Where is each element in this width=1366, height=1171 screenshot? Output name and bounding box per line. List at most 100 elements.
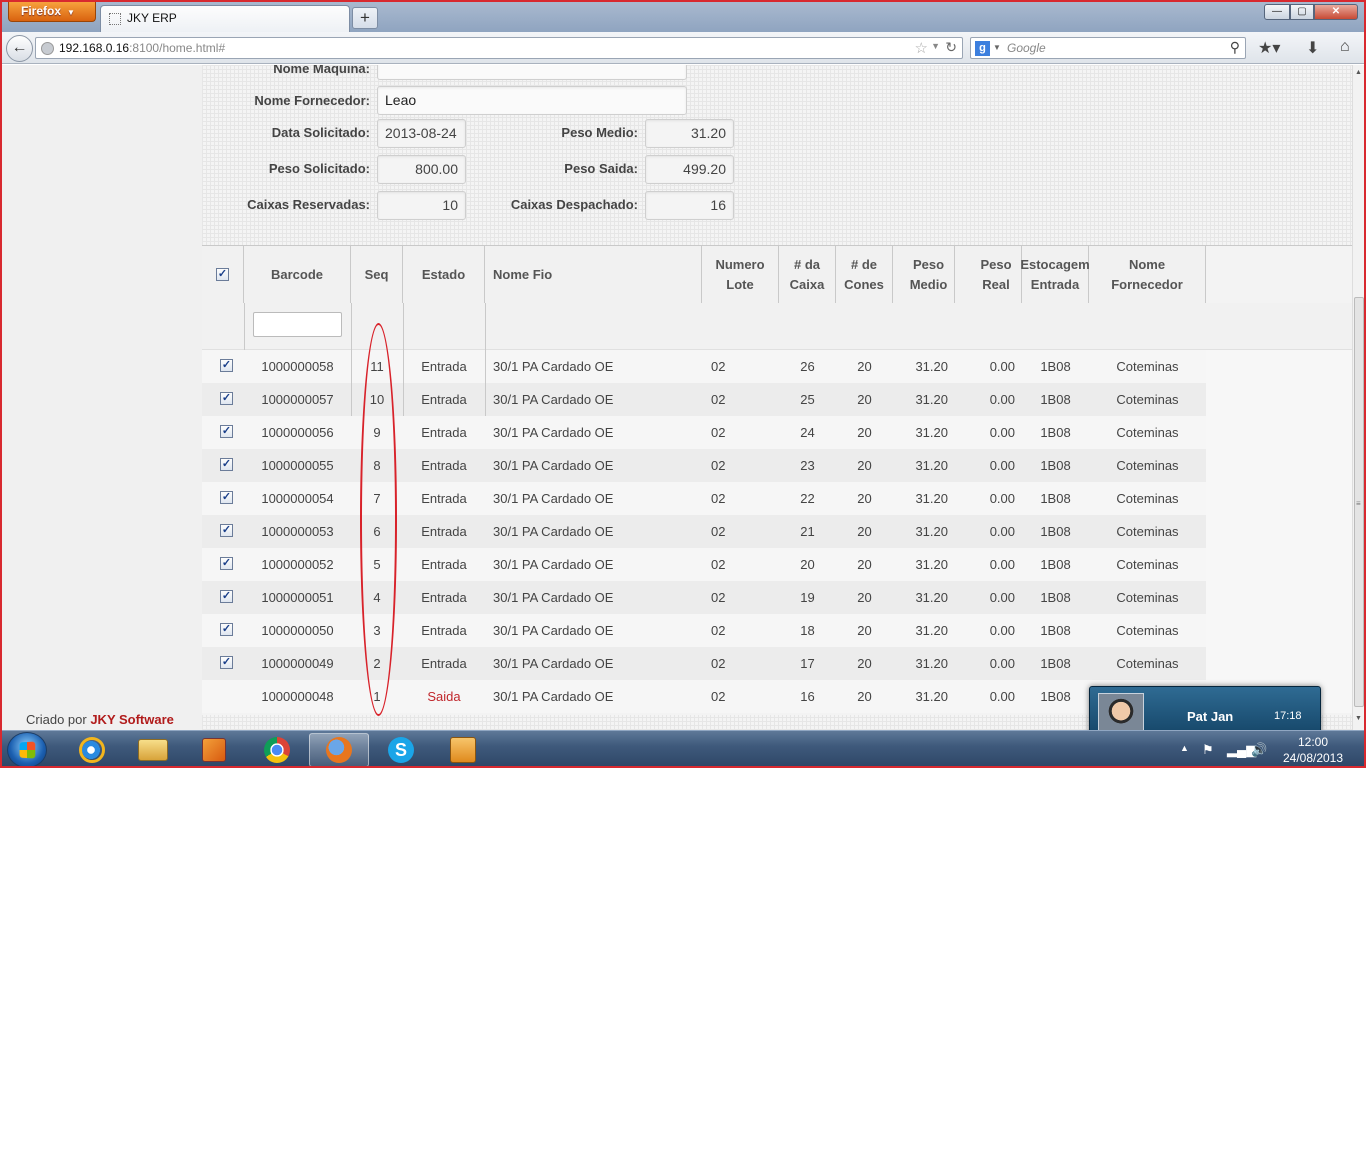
bookmark-star-icon[interactable]: ☆ bbox=[915, 39, 928, 57]
nome-fornecedor-field[interactable]: Leao bbox=[377, 86, 687, 115]
row-checkbox[interactable]: ✓ bbox=[220, 590, 233, 603]
minimize-window-button[interactable]: — bbox=[1264, 4, 1290, 20]
select-all-checkbox[interactable]: ✓ bbox=[216, 268, 229, 281]
peso-saida-label: Peso Saida: bbox=[564, 161, 638, 176]
row-checkbox[interactable]: ✓ bbox=[220, 524, 233, 537]
data-solicitado-label: Data Solicitado: bbox=[271, 125, 370, 140]
taskbar-outlook[interactable] bbox=[433, 733, 493, 766]
col-header-nome-fio[interactable]: Nome Fio bbox=[485, 246, 702, 303]
table-row[interactable]: ✓ 1000000054 7 Entrada 30/1 PA Cardado OE 02 2… bbox=[202, 482, 1352, 515]
scroll-down-icon[interactable]: ▼ bbox=[1355, 715, 1362, 722]
col-header-seq[interactable]: Seq bbox=[351, 246, 403, 303]
show-hidden-icons-icon[interactable]: ▲ bbox=[1180, 743, 1189, 753]
cell-cones: 20 bbox=[857, 359, 872, 374]
reload-icon[interactable]: ↻ bbox=[945, 39, 957, 56]
col-header-numero-caixa[interactable]: # da Caixa bbox=[779, 246, 836, 303]
peso-medio-field[interactable]: 31.20 bbox=[645, 119, 734, 148]
page-vertical-scrollbar[interactable]: ▲ ≡ ▼ bbox=[1352, 65, 1364, 730]
row-checkbox[interactable]: ✓ bbox=[220, 557, 233, 570]
search-icon[interactable]: ⚲ bbox=[1230, 39, 1240, 56]
table-row[interactable]: ✓ 1000000053 6 Entrada 30/1 PA Cardado OE 02 2… bbox=[202, 515, 1352, 548]
caixas-despachado-field[interactable]: 16 bbox=[645, 191, 734, 220]
credits-brand-link[interactable]: JKY Software bbox=[90, 712, 174, 727]
nome-fornecedor-label: Nome Fornecedor: bbox=[254, 93, 370, 108]
bookmarks-menu-icon[interactable]: ★▾ bbox=[1258, 38, 1280, 58]
row-filler bbox=[1206, 548, 1352, 581]
table-row[interactable]: ✓ 1000000049 2 Entrada 30/1 PA Cardado OE 02 1… bbox=[202, 647, 1352, 680]
col-header-estocagem-entrada[interactable]: Estocagem Entrada bbox=[1020, 246, 1090, 303]
cell-caixa: 16 bbox=[800, 689, 815, 704]
start-button[interactable] bbox=[7, 732, 47, 766]
row-checkbox[interactable]: ✓ bbox=[220, 623, 233, 636]
row-checkbox[interactable]: ✓ bbox=[220, 425, 233, 438]
search-bar[interactable]: g ▼ Google ⚲ bbox=[970, 37, 1246, 59]
close-window-button[interactable]: ✕ bbox=[1314, 4, 1358, 20]
taskbar-internet-explorer[interactable] bbox=[62, 733, 122, 766]
row-checkbox[interactable]: ✓ bbox=[220, 392, 233, 405]
cell-barcode: 1000000053 bbox=[261, 524, 334, 539]
caixas-reservadas-field[interactable]: 10 bbox=[377, 191, 466, 220]
home-icon[interactable]: ⌂ bbox=[1340, 38, 1350, 56]
select-all-cell: ✓ bbox=[202, 246, 244, 303]
taskbar-chrome[interactable] bbox=[247, 733, 307, 766]
col-header-nome-fornecedor[interactable]: Nome Fornecedor bbox=[1089, 246, 1206, 303]
table-row[interactable]: ✓ 1000000057 10 Entrada 30/1 PA Cardado OE 02… bbox=[202, 383, 1352, 416]
new-tab-button[interactable]: + bbox=[352, 7, 378, 29]
back-button[interactable]: ← bbox=[6, 35, 33, 62]
cell-barcode: 1000000049 bbox=[261, 656, 334, 671]
table-row[interactable]: ✓ 1000000058 11 Entrada 30/1 PA Cardado OE 02… bbox=[202, 350, 1352, 383]
row-checkbox[interactable]: ✓ bbox=[220, 491, 233, 504]
cell-fornecedor: Coteminas bbox=[1116, 623, 1179, 638]
search-engine-dropdown-icon[interactable]: ▼ bbox=[993, 43, 1001, 52]
cell-lote: 02 bbox=[711, 458, 726, 473]
cell-nome-fio: 30/1 PA Cardado OE bbox=[493, 425, 614, 440]
row-checkbox[interactable]: ✓ bbox=[220, 458, 233, 471]
google-engine-icon[interactable]: g bbox=[975, 41, 990, 56]
col-header-numero-cones[interactable]: # de Cones bbox=[836, 246, 893, 303]
taskbar-explorer[interactable] bbox=[123, 733, 183, 766]
col-header-estado[interactable]: Estado bbox=[403, 246, 485, 303]
cell-seq: 2 bbox=[373, 656, 381, 671]
col-header-numero-lote[interactable]: Numero Lote bbox=[702, 246, 779, 303]
cell-seq: 6 bbox=[373, 524, 381, 539]
col-header-barcode[interactable]: Barcode bbox=[244, 246, 351, 303]
firefox-menu-button[interactable]: Firefox ▼ bbox=[8, 2, 96, 22]
table-row[interactable]: ✓ 1000000051 4 Entrada 30/1 PA Cardado OE 02 1… bbox=[202, 581, 1352, 614]
web-page: Criado por JKY Software Nome Maquina: No… bbox=[2, 65, 1364, 730]
maximize-window-button[interactable]: ▢ bbox=[1290, 4, 1314, 20]
nome-maquina-field[interactable] bbox=[377, 65, 687, 80]
cell-fornecedor: Coteminas bbox=[1116, 590, 1179, 605]
col-header-peso-real[interactable]: Peso Real bbox=[955, 246, 1022, 303]
cell-estado: Entrada bbox=[421, 392, 467, 407]
data-solicitado-field[interactable]: 2013-08-24 bbox=[377, 119, 466, 148]
taskbar-media-player[interactable] bbox=[184, 733, 244, 766]
cell-nome-fio: 30/1 PA Cardado OE bbox=[493, 590, 614, 605]
site-identity-icon[interactable] bbox=[41, 42, 54, 55]
table-row[interactable]: ✓ 1000000052 5 Entrada 30/1 PA Cardado OE 02 2… bbox=[202, 548, 1352, 581]
address-bar[interactable]: 192.168.0.16:8100/home.html# ☆ ▼ ↻ bbox=[35, 37, 963, 59]
cell-peso-medio: 31.20 bbox=[915, 590, 948, 605]
cell-estocagem: 1B08 bbox=[1040, 590, 1071, 605]
col-header-peso-medio[interactable]: Peso Medio bbox=[893, 246, 955, 303]
cell-fornecedor: Coteminas bbox=[1116, 491, 1179, 506]
table-row[interactable]: ✓ 1000000050 3 Entrada 30/1 PA Cardado OE 02 1… bbox=[202, 614, 1352, 647]
peso-saida-field[interactable]: 499.20 bbox=[645, 155, 734, 184]
browser-tab-active[interactable]: JKY ERP bbox=[100, 5, 350, 32]
scroll-up-icon[interactable]: ▲ bbox=[1355, 69, 1362, 76]
url-history-dropdown-icon[interactable]: ▼ bbox=[931, 41, 940, 51]
volume-icon[interactable]: 🔊 bbox=[1251, 742, 1267, 758]
cell-lote: 02 bbox=[711, 425, 726, 440]
grid-header: ✓ Barcode Seq Estado Nome Fio Numero Lot… bbox=[202, 246, 1206, 303]
cell-caixa: 23 bbox=[800, 458, 815, 473]
row-checkbox[interactable]: ✓ bbox=[220, 359, 233, 372]
action-center-icon[interactable]: ⚑ bbox=[1202, 742, 1214, 758]
downloads-icon[interactable]: ⬇ bbox=[1306, 38, 1319, 58]
table-row[interactable]: ✓ 1000000056 9 Entrada 30/1 PA Cardado OE 02 2… bbox=[202, 416, 1352, 449]
taskbar-firefox[interactable] bbox=[309, 733, 369, 766]
barcode-filter-input[interactable] bbox=[253, 312, 342, 337]
peso-solicitado-field[interactable]: 800.00 bbox=[377, 155, 466, 184]
table-row[interactable]: ✓ 1000000055 8 Entrada 30/1 PA Cardado OE 02 2… bbox=[202, 449, 1352, 482]
taskbar-skype[interactable]: S bbox=[371, 733, 431, 766]
taskbar-clock[interactable]: 12:00 24/08/2013 bbox=[1278, 734, 1348, 766]
row-checkbox[interactable]: ✓ bbox=[220, 656, 233, 669]
